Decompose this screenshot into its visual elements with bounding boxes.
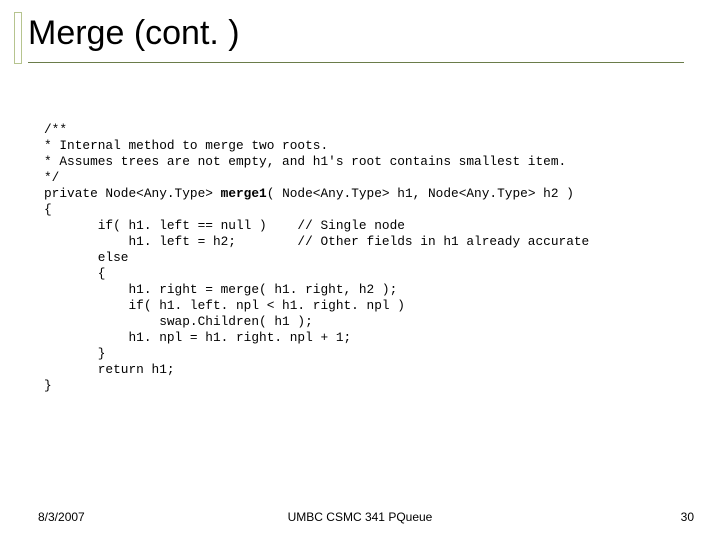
title-wrap: Merge (cont. ) [28, 14, 240, 59]
slide-title: Merge (cont. ) [28, 14, 240, 59]
title-accent-box [14, 12, 22, 64]
title-underline [28, 62, 684, 63]
footer: 8/3/2007 UMBC CSMC 341 PQueue 30 [0, 506, 720, 524]
footer-page-number: 30 [681, 510, 694, 524]
code-block: /** * Internal method to merge two roots… [44, 122, 589, 394]
slide: Merge (cont. ) /** * Internal method to … [0, 0, 720, 540]
bold-method-name: merge1 [221, 186, 267, 201]
footer-center: UMBC CSMC 341 PQueue [0, 510, 720, 524]
